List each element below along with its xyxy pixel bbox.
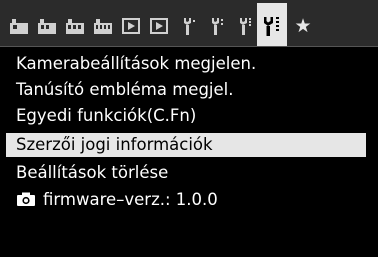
tab-shooting-3[interactable]	[62, 14, 88, 38]
setup-wrench-icon	[184, 18, 195, 35]
menu-item-label: Tanúsító embléma megjel.	[16, 80, 234, 99]
setup-wrench-icon	[212, 18, 223, 35]
menu-item-custom-functions[interactable]: Egyedi funkciók(C.Fn)	[6, 104, 366, 128]
tab-setup-3[interactable]	[232, 14, 258, 38]
setup-wrench-icon	[240, 18, 251, 35]
menu-tab-bar: ★	[0, 0, 378, 47]
camera-shooting-icon	[10, 19, 28, 34]
camera-shooting-icon	[38, 19, 56, 34]
tab-my-menu[interactable]: ★	[290, 14, 316, 38]
camera-menu-screen: ★ Kamerabeállítások megjelen. Tanúsító e…	[0, 0, 378, 257]
tab-shooting-1[interactable]	[6, 14, 32, 38]
my-menu-star-icon: ★	[294, 15, 312, 37]
menu-item-clear-settings[interactable]: Beállítások törlése	[6, 161, 366, 185]
tab-shooting-2[interactable]	[34, 14, 60, 38]
playback-icon	[122, 18, 140, 34]
menu-item-label: Beállítások törlése	[16, 163, 169, 182]
tab-setup-1[interactable]	[176, 14, 202, 38]
tab-bar-divider	[0, 46, 378, 47]
camera-shooting-icon	[66, 19, 84, 34]
camera-shooting-icon	[94, 19, 112, 34]
menu-item-certification-logo[interactable]: Tanúsító embléma megjel.	[6, 78, 366, 102]
tab-playback-1[interactable]	[118, 14, 144, 38]
menu-item-firmware-version[interactable]: firmware–verz.: 1.0.0	[6, 188, 366, 212]
menu-item-camera-settings-display[interactable]: Kamerabeállítások megjelen.	[6, 52, 366, 76]
menu-item-label: Kamerabeállítások megjelen.	[16, 54, 257, 73]
menu-item-label: Egyedi funkciók(C.Fn)	[16, 106, 197, 125]
menu-item-label: firmware–verz.: 1.0.0	[43, 190, 218, 209]
tab-setup-4[interactable]	[257, 3, 287, 47]
menu-item-copyright-info[interactable]: Szerzői jogi információk	[6, 133, 366, 157]
setup-wrench-icon	[264, 17, 279, 36]
playback-icon	[150, 18, 168, 34]
tab-setup-2[interactable]	[204, 14, 230, 38]
camera-icon	[17, 192, 35, 206]
tab-shooting-4[interactable]	[90, 14, 116, 38]
menu-item-label: Szerzői jogi információk	[16, 135, 213, 154]
tab-playback-2[interactable]	[146, 14, 172, 38]
